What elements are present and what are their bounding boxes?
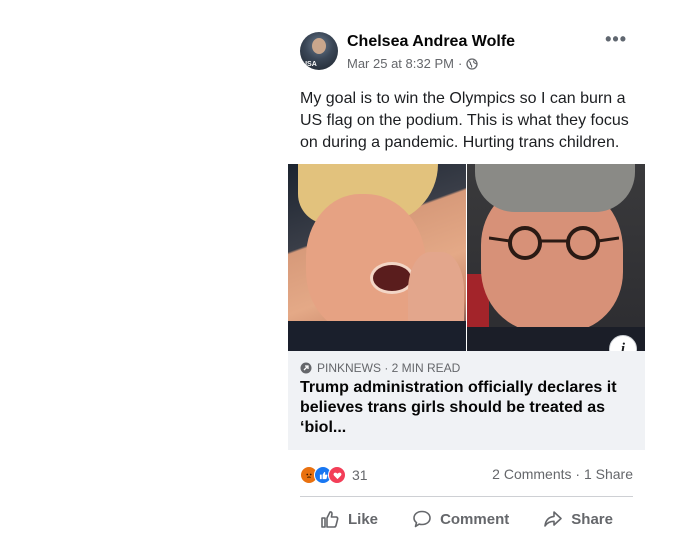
post-meta: Mar 25 at 8:32 PM · [347,56,478,71]
link-source: PINKNEWS · 2 MIN READ [300,361,633,375]
share-label: Share [571,510,613,528]
link-image[interactable]: i [288,164,645,351]
facebook-post: USA Chelsea Andrea Wolfe Mar 25 at 8:32 … [288,24,645,541]
share-button[interactable]: Share [543,509,613,529]
photo-left-suit [288,321,466,351]
avatar-badge: USA [302,61,317,68]
post-text: My goal is to win the Olympics so I can … [300,90,629,151]
comments-shares-count[interactable]: 2 Comments · 1 Share [492,466,633,482]
like-icon [321,511,339,528]
author-name[interactable]: Chelsea Andrea Wolfe [347,33,515,51]
post-timestamp[interactable]: Mar 25 at 8:32 PM [347,56,454,71]
like-label: Like [348,510,379,528]
photo-right [467,164,645,351]
source-icon [300,362,312,374]
photo-right-hair [475,164,635,212]
avatar-face [312,38,326,54]
photo-right-glasses [489,226,619,260]
reactions-summary[interactable]: 31 [300,466,368,484]
post-stats: 31 2 Comments · 1 Share [288,454,645,494]
reaction-count[interactable]: 31 [352,467,368,483]
link-source-text: PINKNEWS · 2 MIN READ [317,361,461,375]
comment-label: Comment [440,510,510,528]
love-reaction-icon [328,466,346,484]
share-icon [544,511,563,527]
more-options-button[interactable]: ••• [605,29,627,50]
globe-icon [466,57,478,70]
comment-button[interactable]: Comment [412,509,509,529]
link-preview[interactable]: i PINKNEWS · 2 MIN READ Trump administra… [288,164,645,450]
like-button[interactable]: Like [320,509,378,529]
link-headline[interactable]: Trump administration officially declares… [300,378,633,438]
photo-left [288,164,466,351]
meta-separator: · [457,56,463,71]
action-bar: Like Comment Share [300,496,633,541]
post-header: USA Chelsea Andrea Wolfe Mar 25 at 8:32 … [288,24,645,76]
avatar[interactable]: USA [300,32,338,70]
link-meta[interactable]: PINKNEWS · 2 MIN READ Trump administrati… [288,351,645,450]
comment-icon [413,510,431,528]
